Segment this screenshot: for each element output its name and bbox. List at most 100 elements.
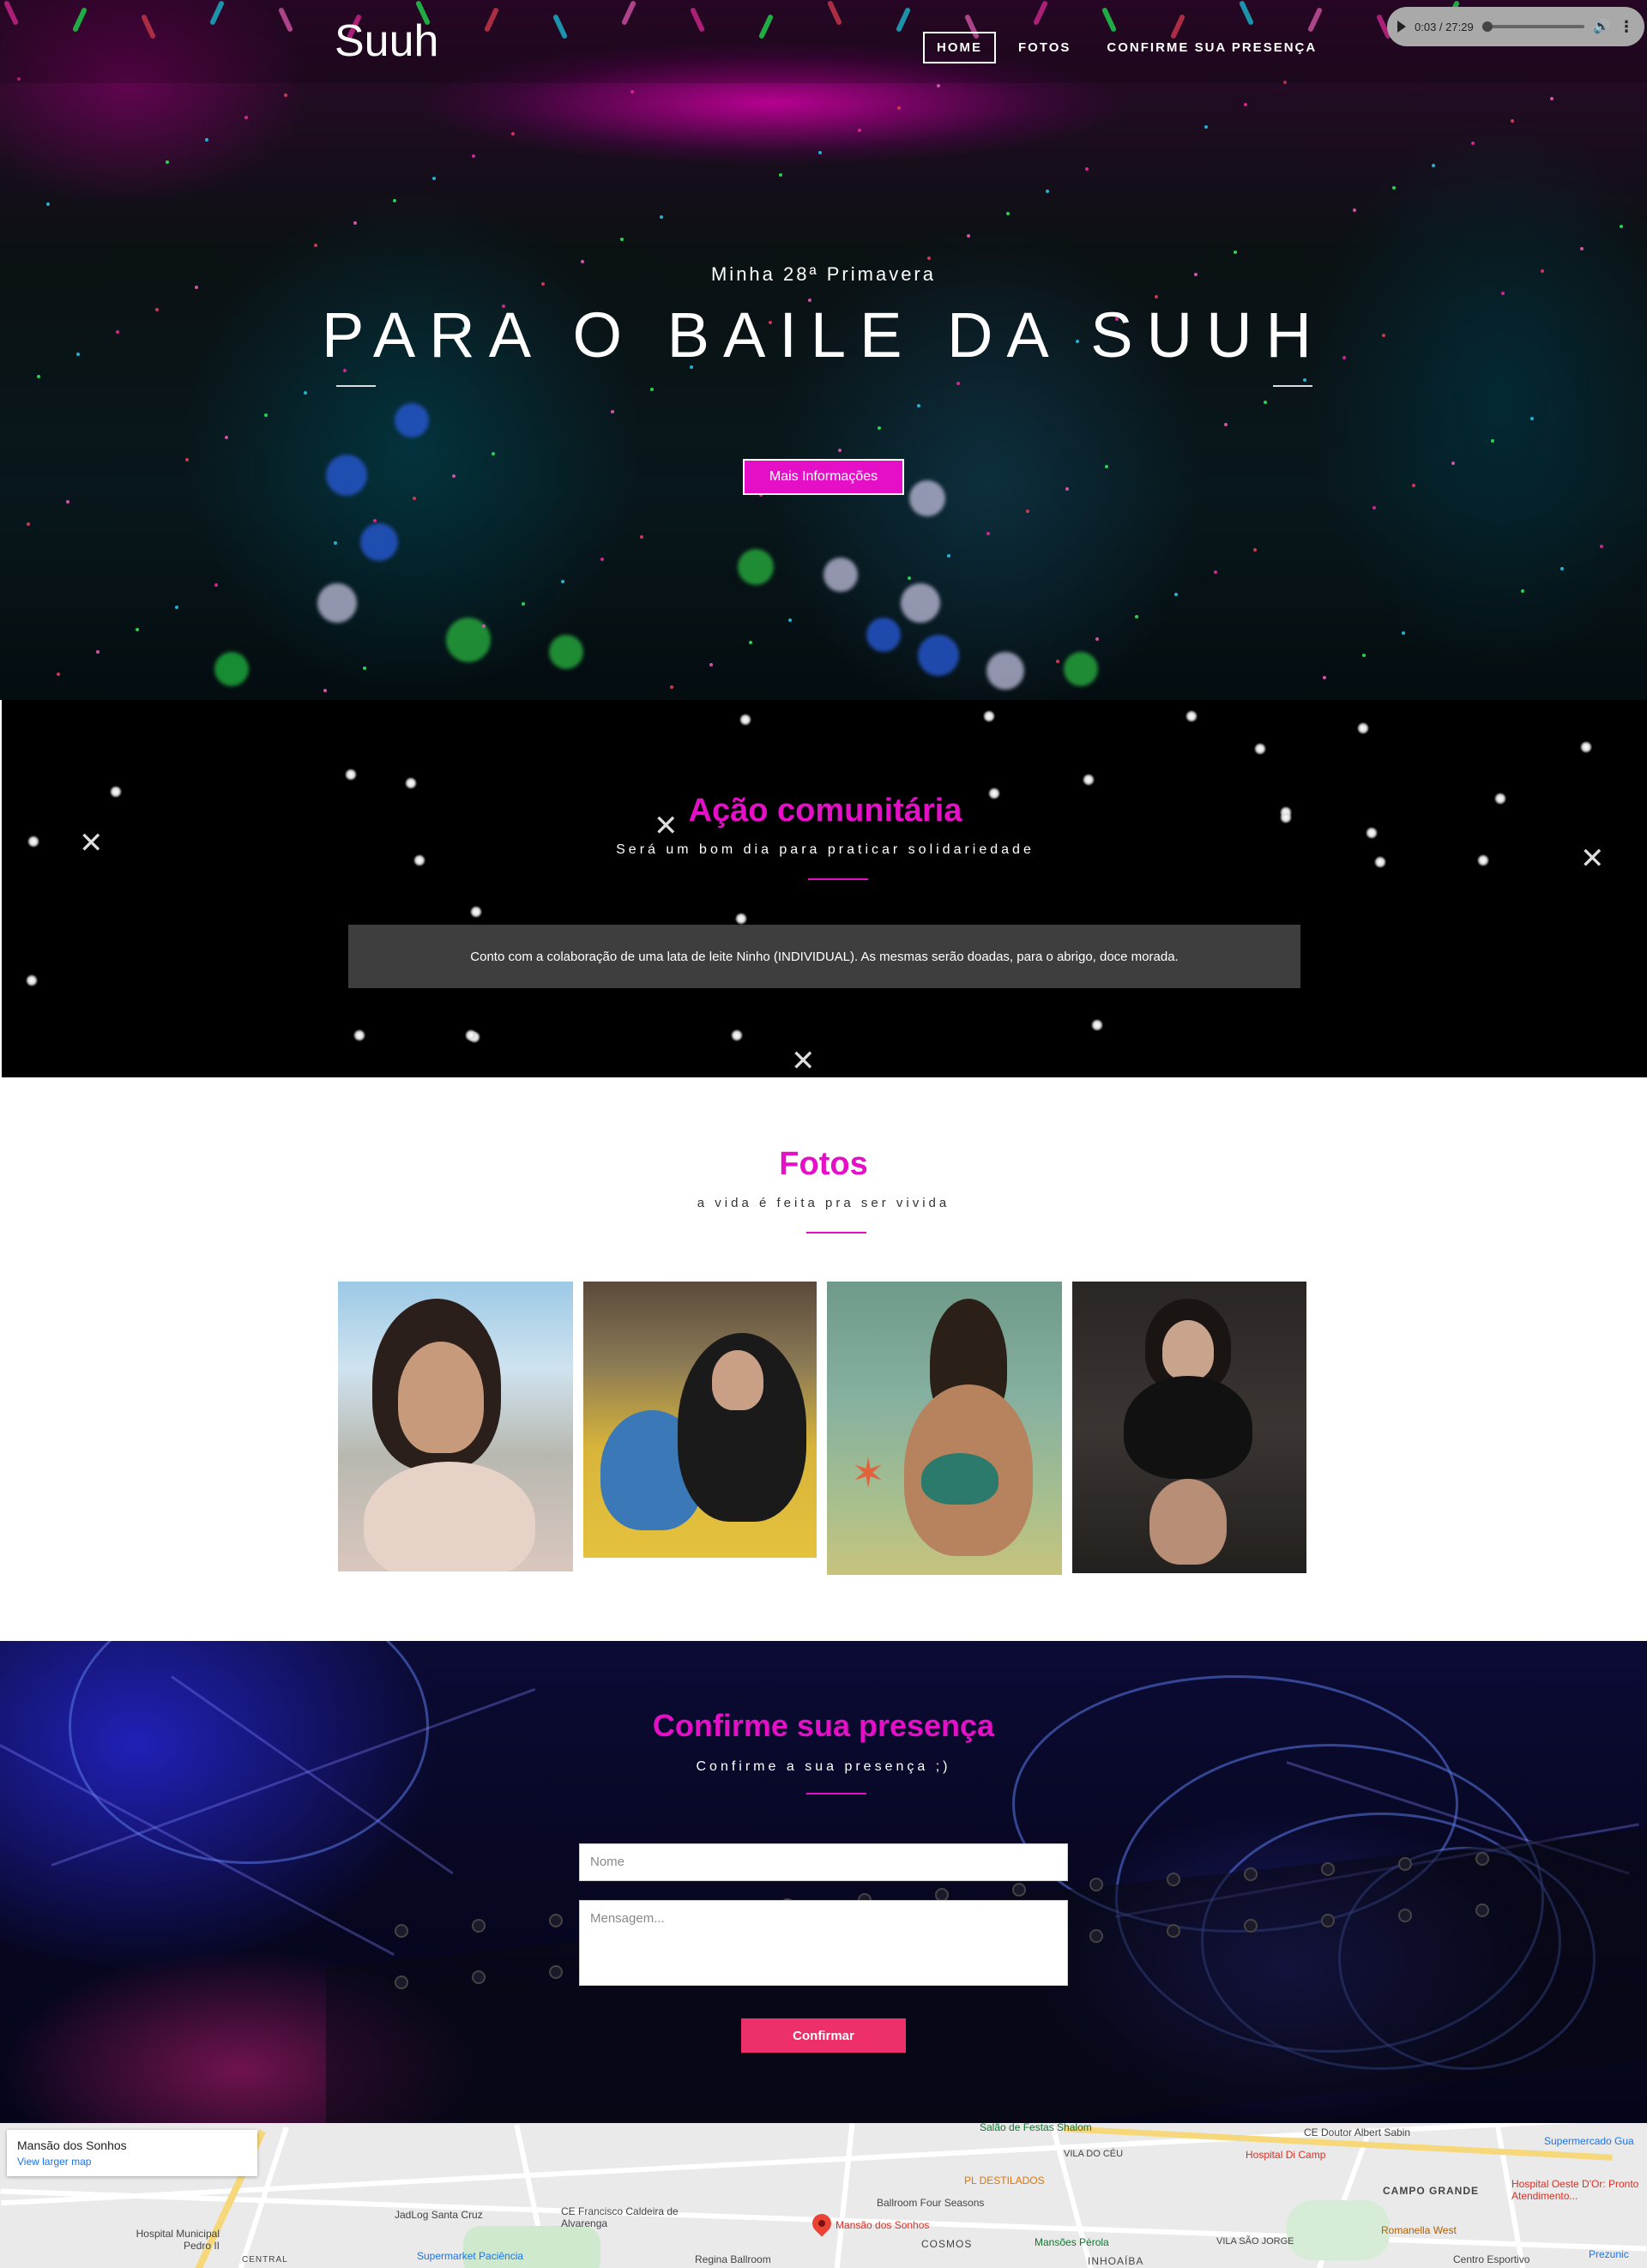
mixer-knob <box>1398 1909 1412 1922</box>
map-embed[interactable]: Mansão dos Sonhos View larger map CE Dou… <box>0 2123 1647 2268</box>
acao-title: Ação comunitária <box>688 793 962 829</box>
fotos-rule <box>806 1232 866 1234</box>
mixer-knob <box>549 1965 563 1979</box>
photo-1-top <box>364 1462 535 1571</box>
view-larger-map-link[interactable]: View larger map <box>17 2156 247 2168</box>
hero-section: Suuh HOME FOTOS CONFIRME SUA PRESENÇA 0:… <box>0 0 1647 700</box>
star-dot <box>983 710 995 722</box>
map-label: Hospital Di Camp <box>1246 2149 1326 2161</box>
confirme-section: Confirme sua presença Confirme a sua pre… <box>0 1641 1647 2123</box>
star-dot <box>1357 722 1369 734</box>
star-dot <box>345 769 357 781</box>
mixer-knob <box>1475 1903 1489 1917</box>
map-label: CENTRAL <box>242 2255 288 2265</box>
message-field[interactable]: Mensagem... <box>579 1900 1068 1986</box>
mixer-knob <box>1089 1929 1103 1943</box>
map-label: VILA DO CÉU <box>1064 2149 1124 2159</box>
photo-3-swimsuit <box>921 1453 998 1505</box>
mixer-knob <box>472 1919 486 1933</box>
map-label: JadLog Santa Cruz <box>395 2209 483 2221</box>
map-label: Hospital Oeste D'Or: Pronto Atendimento.… <box>1511 2178 1639 2202</box>
acao-rule <box>808 878 868 880</box>
map-label: CAMPO GRANDE <box>1383 2185 1480 2197</box>
photo-1[interactable] <box>338 1282 573 1571</box>
map-label: Salão de Festas Shalom <box>980 2123 1092 2133</box>
star-dot <box>465 1029 477 1041</box>
fotos-title: Fotos <box>779 1146 868 1182</box>
map-road <box>831 2123 855 2268</box>
audio-player: 0:03 / 27:29 🔊 ⋮ <box>1387 7 1644 46</box>
nav-item-home[interactable]: HOME <box>923 32 996 63</box>
mixer-knob <box>1398 1857 1412 1871</box>
nav-item-fotos[interactable]: FOTOS <box>1004 32 1084 63</box>
star-dot <box>731 1029 743 1041</box>
volume-icon[interactable]: 🔊 <box>1593 18 1610 35</box>
fotos-subtitle: a vida é feita pra ser vivida <box>697 1196 950 1210</box>
star-dot <box>1083 774 1095 786</box>
map-label: Supermarket Paciência <box>417 2250 524 2262</box>
photo-4-face <box>1162 1320 1214 1380</box>
mixer-knob <box>472 1970 486 1984</box>
confirme-title: Confirme sua presença <box>652 1708 995 1743</box>
donation-note: Conto com a colaboração de uma lata de l… <box>348 925 1300 988</box>
mixer-knob <box>1244 1867 1258 1881</box>
star-dot <box>1580 741 1592 753</box>
mixer-knob <box>1321 1914 1335 1927</box>
mixer-knob <box>395 1975 408 1989</box>
starfish-icon: ✶ <box>851 1451 886 1497</box>
map-label: Mansões Pérola <box>1035 2236 1109 2248</box>
photo-2-face <box>712 1350 763 1410</box>
more-options-icon[interactable]: ⋮ <box>1619 18 1634 36</box>
hero-eyebrow: Minha 28ª Primavera <box>710 263 936 285</box>
photo-4-legs <box>1149 1479 1227 1565</box>
mixer-knob <box>1167 1924 1180 1938</box>
map-label: Regina Ballroom <box>695 2253 771 2265</box>
mixer-knob <box>549 1914 563 1927</box>
play-icon[interactable] <box>1397 21 1406 33</box>
photo-4[interactable] <box>1072 1282 1306 1573</box>
name-field[interactable]: Nome <box>579 1843 1068 1881</box>
hero-title: PARA O BAILE DA SUUH <box>322 299 1325 371</box>
map-label: Prezunic <box>1589 2248 1629 2260</box>
cable-line <box>69 1641 429 1864</box>
mixer-knob <box>395 1924 408 1938</box>
fotos-section: Fotos a vida é feita pra ser vivida ✶ <box>0 1077 1647 1641</box>
mixer-knob <box>1475 1852 1489 1866</box>
photo-2[interactable] <box>583 1282 817 1558</box>
map-park <box>1287 2200 1390 2260</box>
star-dot <box>1254 743 1266 755</box>
map-label: Romanella West <box>1381 2224 1457 2236</box>
map-info-card: Mansão dos Sonhos View larger map <box>7 2130 257 2176</box>
location-pin-icon[interactable] <box>808 2210 836 2237</box>
map-label: Centro Esportivo <box>1453 2253 1530 2265</box>
star-dot <box>470 906 482 918</box>
star-dot <box>26 974 38 986</box>
site-logo[interactable]: Suuh <box>335 15 438 67</box>
star-dot <box>405 777 417 789</box>
map-label: VILA SÃO JORGE <box>1216 2236 1294 2247</box>
mixer-knob <box>1321 1862 1335 1876</box>
nav-item-confirme[interactable]: CONFIRME SUA PRESENÇA <box>1093 32 1330 63</box>
confirme-rule <box>806 1793 866 1794</box>
confirm-button[interactable]: Confirmar <box>741 2018 906 2053</box>
map-label: Mansão dos Sonhos <box>836 2219 930 2231</box>
acao-subtitle: Será um bom dia para praticar solidaried… <box>616 842 1035 857</box>
acao-comunitaria-section: ✕ ✕ ✕ ✕ Ação comunitária Será um bom dia pa… <box>0 700 1647 1077</box>
star-dot <box>353 1029 365 1041</box>
photo-3[interactable]: ✶ <box>827 1282 1062 1575</box>
audio-progress-slider[interactable] <box>1481 21 1585 32</box>
main-nav: HOME FOTOS CONFIRME SUA PRESENÇA <box>923 32 1339 63</box>
star-dot <box>1185 710 1198 722</box>
audio-progress-knob[interactable] <box>1481 21 1493 32</box>
mixer-knob <box>1089 1878 1103 1891</box>
confirme-subtitle: Confirme a sua presença ;) <box>696 1759 951 1774</box>
hero-rule-right <box>1273 385 1312 387</box>
map-place-name: Mansão dos Sonhos <box>17 2138 127 2152</box>
star-dot <box>1374 856 1386 868</box>
map-label: Supermercado Gua <box>1544 2135 1634 2147</box>
more-info-button[interactable]: Mais Informações <box>743 459 904 495</box>
map-label: PL DESTILADOS <box>964 2175 1045 2187</box>
sparkle-star-icon: ✕ <box>791 1045 816 1077</box>
mixer-knob <box>1012 1883 1026 1897</box>
map-label: Ballroom Four Seasons <box>877 2197 985 2209</box>
